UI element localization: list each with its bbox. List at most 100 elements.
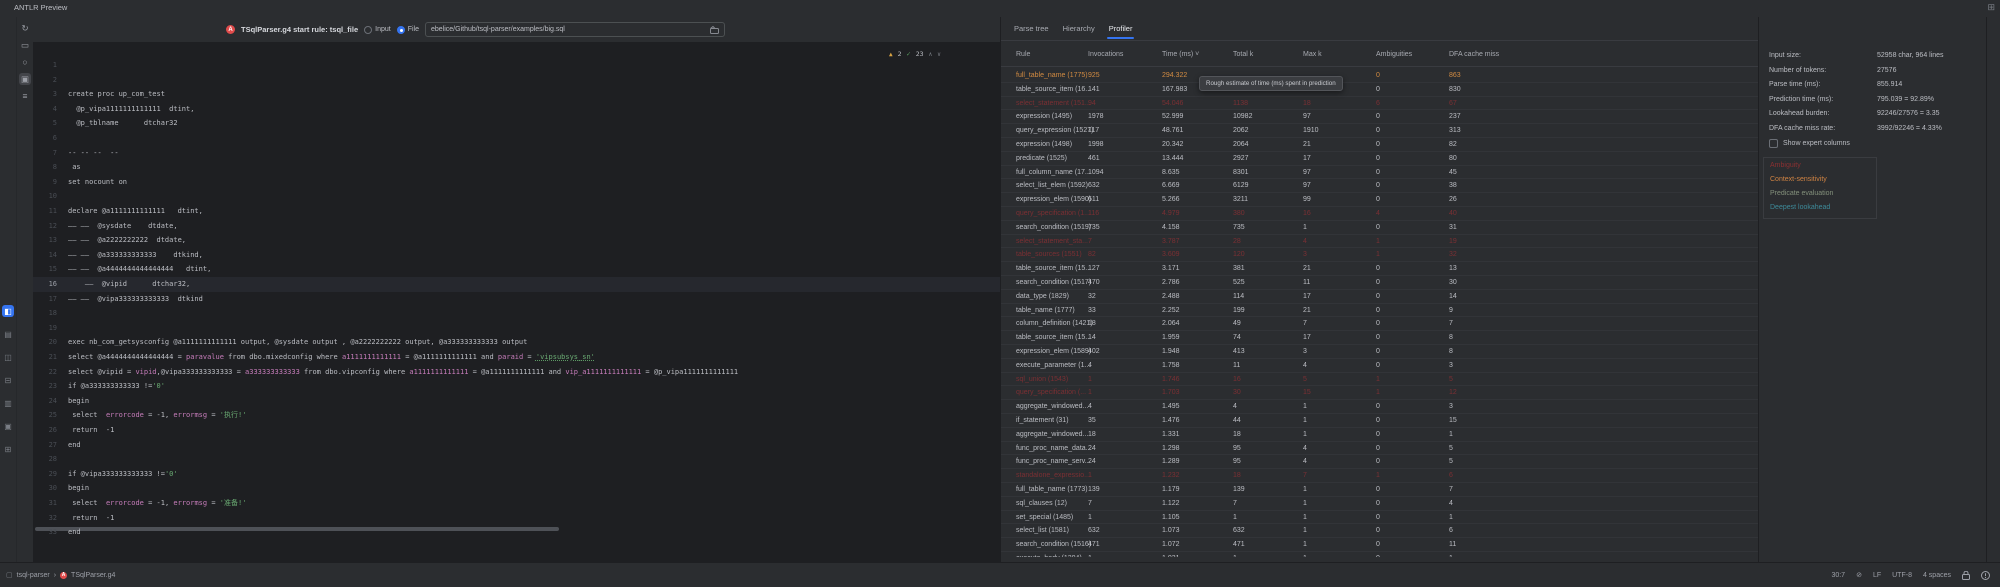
input-mode-icon[interactable]: ▭ <box>19 39 31 51</box>
profiler-table-row[interactable]: sql_union (1543)11.74616515 <box>1001 373 1759 387</box>
profiler-table-row[interactable]: table_source_item (15...141.959741708 <box>1001 331 1759 345</box>
profiler-table-row[interactable]: aggregate_windowed...181.33118101 <box>1001 428 1759 442</box>
cell: 8 <box>1449 331 1453 345</box>
profiler-table-row[interactable]: execute_parameter (1...41.75811403 <box>1001 359 1759 373</box>
column-header-total-k[interactable]: Total k <box>1233 51 1253 58</box>
profiler-table-row[interactable]: search_condition (1517)4702.78652511030 <box>1001 276 1759 290</box>
indent-selector[interactable]: 4 spaces <box>1923 572 1951 579</box>
scroll-to-source-icon[interactable]: ▣ <box>19 73 31 85</box>
show-expert-columns-checkbox[interactable]: Show expert columns <box>1769 139 1850 148</box>
profiler-table-row[interactable]: expression_elem (1589)4021.948413308 <box>1001 345 1759 359</box>
cell: 380 <box>1233 207 1245 221</box>
column-header-invocations[interactable]: Invocations <box>1088 51 1123 58</box>
profiler-table-row[interactable]: data_type (1829)322.48811417014 <box>1001 290 1759 304</box>
profiler-table-row[interactable]: expression (1498)199820.342206421082 <box>1001 138 1759 152</box>
line-number: 14 <box>33 248 57 263</box>
code-line: 24begin <box>33 394 1000 409</box>
profiler-table-row[interactable]: expression (1495)197852.99910982970237 <box>1001 110 1759 124</box>
profiler-table-row[interactable]: if_statement (31)351.476441015 <box>1001 414 1759 428</box>
preview-tool-icon[interactable]: ◧ <box>2 305 14 317</box>
profiler-table-row[interactable]: select_list_elem (1592)6326.669612997038 <box>1001 179 1759 193</box>
profiler-table-row[interactable]: full_column_name (17...10948.63583019704… <box>1001 166 1759 180</box>
profiler-table-row[interactable]: full_table_name (1773)1391.179139107 <box>1001 483 1759 497</box>
breadcrumb-project[interactable]: tsql-parser <box>17 572 50 579</box>
profiler-table-row[interactable]: execute_body (1204)11.0311101 <box>1001 552 1759 557</box>
profiler-table-row[interactable]: set_special (1485)11.1051101 <box>1001 511 1759 525</box>
profiler-table-row[interactable]: table_source_item (16...141167.9830830 <box>1001 83 1759 97</box>
profiler-table-row[interactable]: aggregate_windowed...41.4954103 <box>1001 400 1759 414</box>
tab-parse-tree[interactable]: Parse tree <box>1014 17 1049 40</box>
column-header-ambiguities[interactable]: Ambiguities <box>1376 51 1412 58</box>
browse-file-icon[interactable] <box>710 26 719 34</box>
vcs-tool-icon[interactable]: ⊟ <box>2 374 14 386</box>
prev-problem-icon[interactable]: ∧ <box>929 51 933 58</box>
profiler-table-row[interactable]: expression_elem (1590)6115.266321199026 <box>1001 193 1759 207</box>
problems-tool-icon[interactable]: ⊞ <box>2 443 14 455</box>
column-header-time-ms-[interactable]: Time (ms) ˅ <box>1162 51 1199 58</box>
input-radio[interactable]: Input <box>364 26 391 34</box>
checkbox-icon[interactable] <box>1769 139 1778 148</box>
stat-label: DFA cache miss rate: <box>1769 123 1835 135</box>
code-line: 17—— —— @vipa333333333333 dtkind <box>33 292 1000 307</box>
event-log-icon[interactable] <box>1981 571 1990 580</box>
input-radio-dot[interactable] <box>364 26 372 34</box>
highlighting-level-icon[interactable]: ⊘ <box>1856 571 1862 579</box>
cell: expression (1495) <box>1016 110 1072 124</box>
code-line: 6 <box>33 131 1000 146</box>
profiler-table-row[interactable]: query_specification (1...1164.9793801644… <box>1001 207 1759 221</box>
cell: full_column_name (17... <box>1016 166 1091 180</box>
file-path-value: ebelice/Github/tsql-parser/examples/big.… <box>431 26 565 33</box>
tab-hierarchy[interactable]: Hierarchy <box>1063 17 1095 40</box>
tab-profiler[interactable]: Profiler <box>1109 17 1133 40</box>
cell: 32 <box>1088 290 1096 304</box>
profiler-table-row[interactable]: standalone_expressio...11.23218716 <box>1001 469 1759 483</box>
time-column-tooltip: Rough estimate of time (ms) spent in pre… <box>1199 76 1343 91</box>
profiler-table-row[interactable]: table_sources (1551)823.6091203132 <box>1001 248 1759 262</box>
caret-position[interactable]: 30:7 <box>1831 572 1845 579</box>
refresh-icon[interactable]: ↻ <box>19 22 31 34</box>
profiler-table-row[interactable]: sql_clauses (12)71.1227104 <box>1001 497 1759 511</box>
breadcrumb: ▢ tsql-parser › A TSqlParser.g4 <box>6 571 115 579</box>
file-radio-dot[interactable] <box>397 26 405 34</box>
profiler-table-row[interactable]: select_statement (151...9454.04611381866… <box>1001 97 1759 111</box>
profiler-table-row[interactable]: query_specification (...11.7033015112 <box>1001 386 1759 400</box>
file-path-input[interactable]: ebelice/Github/tsql-parser/examples/big.… <box>425 22 725 37</box>
file-radio[interactable]: File <box>397 26 419 34</box>
lock-icon[interactable] <box>1962 571 1970 580</box>
profiler-table-row[interactable]: predicate (1525)46113.444292717080 <box>1001 152 1759 166</box>
structure-tool-icon[interactable]: ▤ <box>2 328 14 340</box>
next-problem-icon[interactable]: ∨ <box>937 51 941 58</box>
line-ending-selector[interactable]: LF <box>1873 572 1881 579</box>
breadcrumb-file[interactable]: TSqlParser.g4 <box>71 572 115 579</box>
profiler-table-row[interactable]: select_statement_sta...73.787284119 <box>1001 235 1759 249</box>
profiler-table-row[interactable]: func_proc_name_serv...241.28995405 <box>1001 455 1759 469</box>
layout-grid-icon[interactable]: ⊞ <box>1987 2 1995 13</box>
column-header-max-k[interactable]: Max k <box>1303 51 1322 58</box>
cell: 1.298 <box>1162 442 1180 456</box>
sql-editor[interactable]: ▲ 2 ✓ 23 ∧ ∨ 123create proc up_com_test4… <box>33 42 1000 562</box>
column-header-rule[interactable]: Rule <box>1016 51 1030 58</box>
profiler-table-row[interactable]: func_proc_name_data...241.29895405 <box>1001 442 1759 456</box>
todo-tool-icon[interactable]: ▥ <box>2 397 14 409</box>
stat-value: 92246/27576 = 3.35 <box>1877 108 1939 120</box>
profiler-table-row[interactable]: search_condition (1519)7354.1587351031 <box>1001 221 1759 235</box>
profiler-table-row[interactable]: search_condition (1516)4711.0724711011 <box>1001 538 1759 552</box>
profiler-table-row[interactable]: table_source_item (15...1273.17138121013 <box>1001 262 1759 276</box>
cell: search_condition (1519) <box>1016 221 1091 235</box>
antlr-grammar-icon: A <box>226 25 235 34</box>
profiler-table-row[interactable]: query_expression (1527)11748.76120621910… <box>1001 124 1759 138</box>
encoding-selector[interactable]: UTF-8 <box>1892 572 1912 579</box>
profiler-table-row[interactable]: table_name (1777)332.2521992109 <box>1001 304 1759 318</box>
settings-list-icon[interactable]: ≡ <box>19 90 31 102</box>
commit-tool-icon[interactable]: ◫ <box>2 351 14 363</box>
search-icon[interactable]: ○ <box>19 56 31 68</box>
cell: 14 <box>1449 290 1457 304</box>
code-token: a1111111111111 <box>342 353 401 361</box>
profiler-table-row[interactable]: select_list (1581)6321.073632106 <box>1001 524 1759 538</box>
cell: 0 <box>1376 552 1380 557</box>
column-header-dfa-cache-miss[interactable]: DFA cache miss <box>1449 51 1499 58</box>
terminal-tool-icon[interactable]: ▣ <box>2 420 14 432</box>
profiler-table-row[interactable]: column_definition (1421)182.06449707 <box>1001 317 1759 331</box>
profiler-table-row[interactable]: full_table_name (1775)925294.3220863 <box>1001 69 1759 83</box>
inspections-widget[interactable]: ▲ 2 ✓ 23 ∧ ∨ <box>889 50 941 58</box>
